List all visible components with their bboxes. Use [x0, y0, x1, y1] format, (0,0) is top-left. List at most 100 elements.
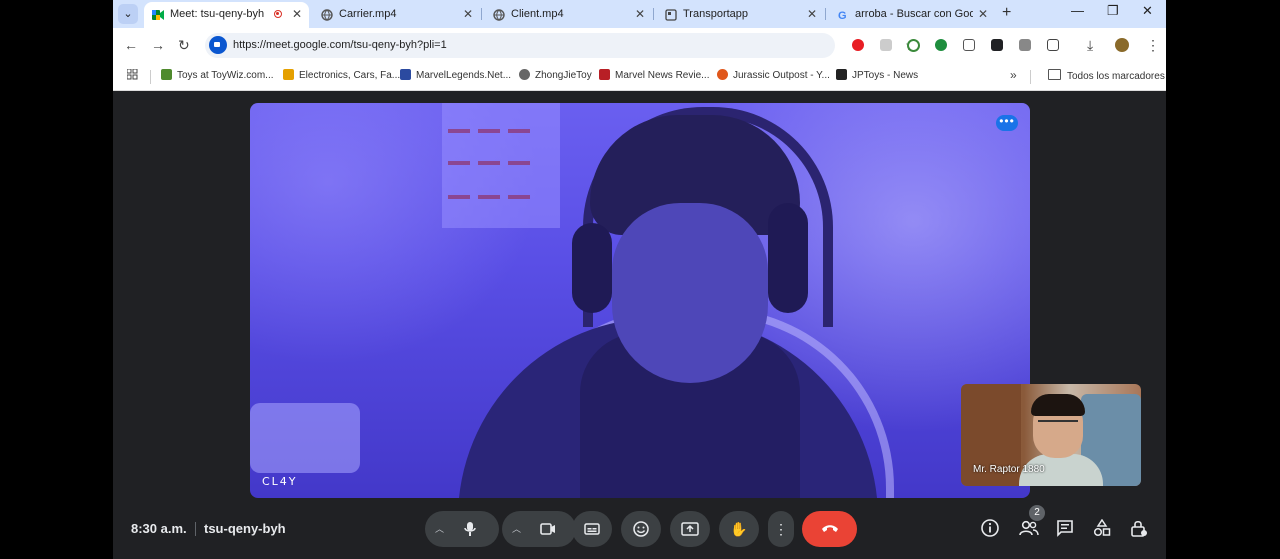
forward-icon[interactable]: → — [151, 37, 165, 53]
bookmark-icon — [599, 69, 610, 80]
apps-icon[interactable] — [126, 68, 138, 83]
tab-meet[interactable]: Meet: tsu-qeny-byh ✕ — [144, 2, 309, 28]
chat-icon[interactable] — [1056, 519, 1074, 542]
self-video-person — [1031, 394, 1085, 416]
close-icon[interactable]: ✕ — [635, 7, 645, 21]
calendar-row — [448, 129, 538, 133]
bookmark-item[interactable]: ZhongJieToy — [519, 69, 592, 81]
mic-control[interactable]: ︿ — [425, 511, 499, 547]
svg-text:G: G — [838, 10, 847, 21]
globe-icon — [519, 69, 530, 80]
restore-icon[interactable]: ❐ — [1107, 3, 1119, 19]
video-earcup — [768, 203, 808, 313]
all-bookmarks-folder[interactable]: Todos los marcadores — [1048, 69, 1165, 82]
bookmark-icon — [717, 69, 728, 80]
close-icon[interactable]: ✕ — [463, 7, 473, 21]
close-icon[interactable]: ✕ — [978, 7, 988, 21]
google-icon: G — [837, 9, 849, 22]
recording-icon — [274, 10, 282, 18]
extension-icon[interactable] — [963, 39, 975, 51]
video-earcup — [572, 223, 612, 313]
divider — [195, 522, 196, 536]
end-call-icon — [821, 525, 838, 532]
browser-window: ⌄ Meet: tsu-qeny-byh ✕ Carrier.mp4 ✕ Cli… — [113, 0, 1166, 559]
extension-icon[interactable] — [880, 39, 892, 51]
meet-stage: ••• CL4Y Mr. Raptor 1880 8:30 a.m. tsu-q… — [113, 91, 1166, 559]
calendar-row — [448, 195, 538, 199]
host-controls-icon[interactable] — [1130, 519, 1148, 542]
globe-icon — [493, 9, 505, 21]
more-options-button[interactable]: ⋮ — [768, 511, 794, 547]
microphone-icon[interactable] — [463, 511, 477, 547]
raise-hand-button[interactable]: ✋ — [719, 511, 759, 547]
puzzle-icon[interactable] — [1047, 39, 1059, 51]
info-icon[interactable] — [981, 519, 999, 542]
bookmark-label: JPToys - News — [852, 70, 919, 81]
meet-icon — [152, 9, 164, 21]
browser-toolbar: ← → ↻ https://meet.google.com/tsu-qeny-b… — [113, 28, 1166, 63]
main-participant-tile[interactable]: ••• CL4Y — [250, 103, 1030, 498]
activities-icon[interactable] — [1093, 518, 1111, 542]
calendar-row — [448, 161, 538, 165]
tab-carrier[interactable]: Carrier.mp4 ✕ — [313, 2, 478, 28]
meeting-code: tsu-qeny-byh — [204, 521, 286, 536]
bookmark-item[interactable]: Electronics, Cars, Fa... — [283, 69, 400, 81]
meeting-clock: 8:30 a.m. — [131, 521, 187, 536]
video-object — [250, 403, 360, 473]
closed-captions-icon — [584, 523, 600, 535]
reload-icon[interactable]: ↻ — [178, 37, 190, 54]
site-info-icon[interactable] — [209, 36, 227, 54]
bookmark-label: Jurassic Outpost - Y... — [733, 70, 830, 81]
people-count-badge: 2 — [1029, 505, 1045, 521]
opera-extension-icon[interactable] — [852, 39, 864, 51]
avatar[interactable] — [1115, 38, 1129, 52]
tab-separator — [825, 8, 826, 20]
close-window-icon[interactable]: ✕ — [1142, 3, 1153, 19]
video-camera-icon[interactable] — [540, 511, 556, 547]
new-tab-icon[interactable]: + — [1002, 4, 1011, 22]
bookmark-item[interactable]: MarvelLegends.Net... — [400, 69, 511, 81]
tab-google-search[interactable]: G arroba - Buscar con Google ✕ — [829, 2, 994, 28]
emoji-button[interactable] — [621, 511, 661, 547]
chevron-down-icon[interactable]: ⌄ — [118, 4, 138, 24]
bookmark-icon — [283, 69, 294, 80]
bookmark-label: Marvel News Revie... — [615, 70, 710, 81]
bookmark-item[interactable]: Jurassic Outpost - Y... — [717, 69, 830, 81]
extension-icon[interactable] — [935, 39, 947, 51]
self-view-tile[interactable]: Mr. Raptor 1880 — [961, 384, 1141, 486]
download-icon[interactable]: ⤓ — [1087, 37, 1093, 54]
people-icon[interactable] — [1019, 519, 1039, 542]
minimize-icon[interactable]: — — [1071, 3, 1084, 18]
captions-button[interactable] — [572, 511, 612, 547]
extension-icon[interactable] — [991, 39, 1003, 51]
more-options-icon[interactable]: ••• — [996, 115, 1018, 131]
chevron-up-icon[interactable]: ︿ — [435, 511, 444, 547]
tab-title: Client.mp4 — [511, 8, 564, 20]
chevron-up-icon[interactable]: ︿ — [512, 511, 521, 547]
bookmark-item[interactable]: Marvel News Revie... — [599, 69, 709, 81]
camera-control[interactable]: ︿ — [502, 511, 576, 547]
bookmark-label: Todos los marcadores — [1067, 71, 1165, 82]
more-options-icon: ⋮ — [774, 521, 788, 537]
end-call-button[interactable] — [802, 511, 857, 547]
address-bar[interactable]: https://meet.google.com/tsu-qeny-byh?pli… — [205, 33, 918, 58]
present-screen-icon — [681, 522, 699, 536]
present-button[interactable] — [670, 511, 710, 547]
back-icon[interactable]: ← — [124, 37, 138, 53]
bookmark-item[interactable]: JPToys - News — [836, 69, 918, 81]
close-icon[interactable]: ✕ — [292, 7, 302, 21]
bookmark-label: Electronics, Cars, Fa... — [299, 70, 401, 81]
bookmark-label: ZhongJieToy — [535, 70, 592, 81]
bookmarks-bar: Toys at ToyWiz.com... Electronics, Cars,… — [113, 63, 1166, 91]
extension-icon[interactable] — [907, 39, 920, 52]
bookmark-item[interactable]: Toys at ToyWiz.com... — [161, 69, 274, 81]
close-icon[interactable]: ✕ — [807, 7, 817, 21]
bookmark-icon — [161, 69, 172, 80]
more-bookmarks-icon[interactable]: » — [1010, 68, 1017, 82]
extension-icon[interactable] — [1019, 39, 1031, 51]
menu-icon[interactable]: ⋮ — [1146, 37, 1160, 54]
page-icon — [665, 9, 677, 21]
bookmark-label: Toys at ToyWiz.com... — [177, 70, 274, 81]
tab-transportapp[interactable]: Transportapp ✕ — [657, 2, 822, 28]
tab-client[interactable]: Client.mp4 ✕ — [485, 2, 650, 28]
